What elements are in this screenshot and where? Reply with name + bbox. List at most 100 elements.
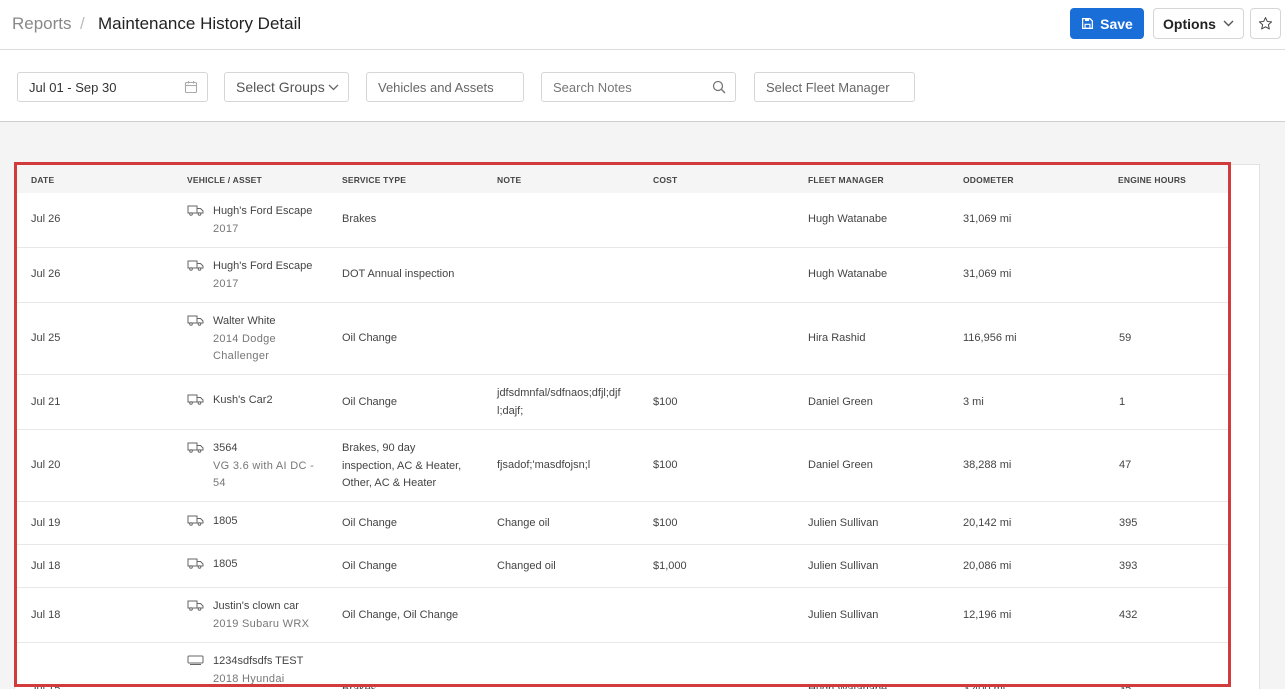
search-notes-input[interactable]: Search Notes <box>541 72 736 102</box>
cell-fleet-manager: Julien Sullivan <box>808 609 879 621</box>
cell-engine-hours: 59 <box>1119 332 1132 344</box>
vehicle-name[interactable]: 3564 <box>213 440 237 458</box>
cell-odometer: 3,400 mi <box>963 683 1006 689</box>
cell-service-type: DOT Annual inspection <box>342 268 455 280</box>
cell-service-type: Oil Change <box>342 560 398 572</box>
report-card: DATE VEHICLE / ASSET SERVICE TYPE NOTE C… <box>14 164 1260 689</box>
cell-note: fjsadof;'masdfojsn;l <box>497 459 591 471</box>
vehicle-name[interactable]: Walter White <box>213 313 276 331</box>
table-row[interactable]: Jul 26 Hugh's Ford Escape 2017 DOT Annua… <box>15 248 1231 303</box>
cell-odometer: 31,069 mi <box>963 213 1012 225</box>
vehicle-details: 2014 Dodge Challenger <box>213 332 276 363</box>
groups-select[interactable]: Select Groups <box>224 72 349 102</box>
table-row[interactable]: Jul 25 Walter White 2014 Dodge Challenge… <box>15 303 1231 375</box>
breadcrumb-reports-link[interactable]: Reports <box>12 14 72 34</box>
vehicle-name[interactable]: 1805 <box>213 556 237 574</box>
cell-engine-hours: 47 <box>1119 459 1132 471</box>
cell-date: Jul 26 <box>31 213 61 225</box>
cell-cost: $1,000 <box>653 560 687 572</box>
cell-service-type: Oil Change <box>342 332 398 344</box>
page-title: Maintenance History Detail <box>98 14 302 33</box>
cell-service-type: Brakes <box>342 213 377 225</box>
cell-fleet-manager: Hira Rashid <box>808 332 866 344</box>
cell-fleet-manager: Daniel Green <box>808 396 873 408</box>
truck-icon <box>187 442 204 453</box>
cell-cost: $100 <box>653 517 678 529</box>
vehicle-name[interactable]: Hugh's Ford Escape <box>213 203 312 221</box>
vehicle-name[interactable]: 1234sdfsdfs TEST <box>213 653 303 671</box>
truck-icon <box>187 260 204 271</box>
vehicle-name[interactable]: Kush's Car2 <box>213 392 273 410</box>
table-row[interactable]: Jul 18 1805 Oil Change Changed oil $1,00… <box>15 545 1231 588</box>
cell-odometer: 116,956 mi <box>963 332 1017 344</box>
search-icon <box>712 80 726 94</box>
column-header-note[interactable]: NOTE <box>497 175 521 185</box>
column-header-engine-hours[interactable]: ENGINE HOURS <box>1118 175 1186 185</box>
cell-date: Jul 19 <box>31 517 61 529</box>
column-header-service-type[interactable]: SERVICE TYPE <box>342 175 406 185</box>
cell-service-type: Brakes <box>342 683 377 689</box>
cell-engine-hours: 432 <box>1119 609 1138 621</box>
save-button[interactable]: Save <box>1070 8 1144 39</box>
cell-note: jdfsdmnfal/sdfnaos;dfjl;djf l;dajf; <box>497 387 621 417</box>
report-content-area: DATE VEHICLE / ASSET SERVICE TYPE NOTE C… <box>0 122 1285 689</box>
cell-service-type: Oil Change <box>342 396 398 408</box>
table-row[interactable]: Jul 15 1234sdfsdfs TEST 2018 Hyundai Bra… <box>15 643 1231 689</box>
cell-service-type: Oil Change <box>342 517 398 529</box>
cell-odometer: 20,086 mi <box>963 560 1012 572</box>
truck-icon <box>187 558 204 569</box>
chevron-down-icon <box>1223 20 1234 27</box>
maintenance-history-table: DATE VEHICLE / ASSET SERVICE TYPE NOTE C… <box>15 165 1231 689</box>
cell-engine-hours: 35 <box>1119 683 1132 689</box>
cell-engine-hours: 395 <box>1119 517 1138 529</box>
table-row[interactable]: Jul 18 Justin's clown car 2019 Subaru WR… <box>15 588 1231 643</box>
cell-date: Jul 15 <box>31 683 61 689</box>
cell-odometer: 31,069 mi <box>963 268 1012 280</box>
cell-date: Jul 18 <box>31 560 61 572</box>
column-header-vehicle[interactable]: VEHICLE / ASSET <box>187 175 262 185</box>
vehicle-details: 2017 <box>213 277 239 290</box>
cell-fleet-manager: Hugh Watanabe <box>808 683 888 689</box>
vehicle-name[interactable]: Justin's clown car <box>213 598 299 616</box>
table-row[interactable]: Jul 19 1805 Oil Change Change oil $100 J… <box>15 502 1231 545</box>
vehicle-details: 2018 Hyundai <box>213 672 285 685</box>
truck-icon <box>187 315 204 326</box>
table-row[interactable]: Jul 21 Kush's Car2 Oil Change jdfsdmnfal… <box>15 375 1231 430</box>
cell-fleet-manager: Hugh Watanabe <box>808 213 888 225</box>
favorite-button[interactable] <box>1250 8 1281 39</box>
search-notes-placeholder: Search Notes <box>553 79 632 95</box>
column-header-fleet-manager[interactable]: FLEET MANAGER <box>808 175 884 185</box>
cell-service-type: Brakes, 90 day inspection, AC & Heater, … <box>342 442 462 489</box>
vehicles-and-assets-select[interactable]: Vehicles and Assets <box>366 72 524 102</box>
table-row[interactable]: Jul 26 Hugh's Ford Escape 2017 Brakes Hu… <box>15 193 1231 248</box>
save-button-label: Save <box>1100 15 1133 32</box>
column-header-odometer[interactable]: ODOMETER <box>963 175 1014 185</box>
cell-fleet-manager: Hugh Watanabe <box>808 268 888 280</box>
vehicle-name[interactable]: 1805 <box>213 513 237 531</box>
cell-odometer: 12,196 mi <box>963 609 1012 621</box>
vehicle-details: VG 3.6 with AI DC - 54 <box>213 459 315 490</box>
cell-fleet-manager: Julien Sullivan <box>808 517 879 529</box>
cell-note: Changed oil <box>497 560 556 572</box>
column-header-date[interactable]: DATE <box>31 175 54 185</box>
groups-select-placeholder: Select Groups <box>236 79 325 95</box>
fleet-manager-placeholder: Select Fleet Manager <box>766 79 890 95</box>
cell-odometer: 20,142 mi <box>963 517 1012 529</box>
cell-cost: $100 <box>653 459 678 471</box>
cell-date: Jul 25 <box>31 332 61 344</box>
table-row[interactable]: Jul 20 3564 VG 3.6 with AI DC - 54 Brake… <box>15 430 1231 502</box>
cell-date: Jul 18 <box>31 609 61 621</box>
cell-engine-hours: 1 <box>1119 396 1126 408</box>
filter-bar: Jul 01 - Sep 30 Select Groups Vehicles a… <box>0 50 1285 122</box>
options-button-label: Options <box>1163 15 1216 32</box>
cell-fleet-manager: Daniel Green <box>808 459 873 471</box>
breadcrumb-separator: / <box>80 14 85 33</box>
vehicle-name[interactable]: Hugh's Ford Escape <box>213 258 312 276</box>
date-range-picker[interactable]: Jul 01 - Sep 30 <box>17 72 208 102</box>
options-dropdown-button[interactable]: Options <box>1153 8 1244 39</box>
column-header-cost[interactable]: COST <box>653 175 677 185</box>
cell-fleet-manager: Julien Sullivan <box>808 560 879 572</box>
bus-icon <box>187 655 204 665</box>
fleet-manager-select[interactable]: Select Fleet Manager <box>754 72 915 102</box>
cell-engine-hours: 393 <box>1119 560 1138 572</box>
